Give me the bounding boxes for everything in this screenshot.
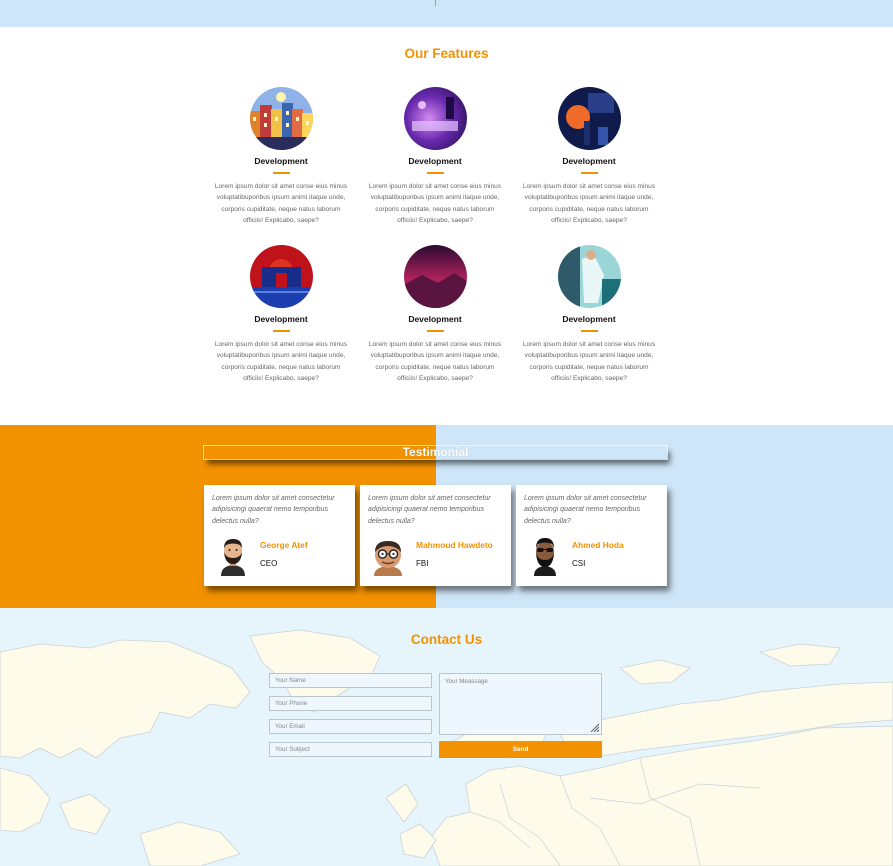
feature-text: Lorem ipsum dolor sit amet conse eius mi…	[368, 341, 502, 383]
send-button[interactable]: Send	[439, 741, 602, 758]
features-title: Our Features	[404, 46, 489, 61]
email-placeholder: Your Email	[275, 723, 305, 730]
testimonial-heading: Testimonial	[204, 445, 667, 459]
feature-card: Development Lorem ipsum dolor sit amet c…	[519, 87, 659, 227]
feature-title: Development	[562, 156, 616, 166]
contact-section: Contact Us Your Name Your Phone Your Ema…	[0, 608, 893, 866]
top-band	[0, 0, 893, 27]
feature-title: Development	[408, 156, 462, 166]
subject-placeholder: Your Subject	[275, 746, 310, 753]
feature-divider	[426, 330, 444, 332]
feature-title: Development	[562, 314, 616, 324]
email-field[interactable]: Your Email	[269, 719, 432, 734]
feature-card: Development Lorem ipsum dolor sit amet c…	[211, 87, 351, 227]
testimonial-section: Testimonial Lorem ipsum dolor sit amet c…	[0, 425, 893, 608]
name-placeholder: Your Name	[275, 677, 306, 684]
feature-text: Lorem ipsum dolor sit amet conse eius mi…	[368, 183, 502, 225]
features-section: Our Features Development Lorem ipsum dol…	[0, 27, 893, 425]
feature-card: Development Lorem ipsum dolor sit amet c…	[365, 245, 505, 385]
name-field[interactable]: Your Name	[269, 673, 432, 688]
feature-divider	[580, 172, 598, 174]
feature-divider	[426, 172, 444, 174]
testimonial-role: CEO	[260, 559, 278, 568]
feature-divider	[272, 330, 290, 332]
subject-field[interactable]: Your Subject	[269, 742, 432, 757]
testimonial-card: Lorem ipsum dolor sit amet consectetur a…	[360, 485, 511, 586]
red-gateway-illustration	[249, 245, 313, 308]
night-figure-illustration	[557, 87, 621, 150]
testimonial-quote: Lorem ipsum dolor sit amet consectetur a…	[524, 495, 647, 525]
feature-card: Development Lorem ipsum dolor sit amet c…	[519, 245, 659, 385]
testimonial-card: Lorem ipsum dolor sit amet consectetur a…	[516, 485, 667, 586]
testimonial-title: Testimonial	[402, 445, 469, 459]
feature-title: Development	[408, 314, 462, 324]
testimonial-name: Mahmoud Hawdeto	[416, 540, 493, 550]
feature-text: Lorem ipsum dolor sit amet conse eius mi…	[522, 341, 656, 383]
pink-landscape-illustration	[403, 245, 467, 308]
feature-title: Development	[254, 314, 308, 324]
sunglasses-man-avatar	[530, 536, 560, 576]
feature-text: Lorem ipsum dolor sit amet conse eius mi…	[522, 183, 656, 225]
feature-title: Development	[254, 156, 308, 166]
testimonial-name: George Atef	[260, 540, 308, 550]
testimonial-role: CSI	[572, 559, 586, 568]
purple-room-illustration	[403, 87, 467, 150]
bearded-man-avatar	[218, 536, 248, 576]
phone-placeholder: Your Phone	[275, 700, 308, 707]
message-placeholder: Your Meassage	[445, 678, 488, 685]
testimonial-card: Lorem ipsum dolor sit amet consectetur a…	[204, 485, 355, 586]
feature-text: Lorem ipsum dolor sit amet conse eius mi…	[214, 183, 348, 225]
city-illustration	[249, 87, 313, 150]
feature-card: Development Lorem ipsum dolor sit amet c…	[211, 245, 351, 385]
resize-grip-icon[interactable]	[590, 723, 599, 732]
glasses-man-avatar	[370, 536, 406, 576]
teal-figure-illustration	[557, 245, 621, 308]
testimonial-name: Ahmed Hoda	[572, 540, 624, 550]
testimonial-quote: Lorem ipsum dolor sit amet consectetur a…	[368, 495, 491, 525]
testimonial-role: FBI	[416, 559, 429, 568]
feature-text: Lorem ipsum dolor sit amet conse eius mi…	[214, 341, 348, 383]
top-divider-tick	[435, 0, 436, 6]
message-textarea[interactable]: Your Meassage	[439, 673, 602, 735]
phone-field[interactable]: Your Phone	[269, 696, 432, 711]
contact-title: Contact Us	[410, 632, 483, 647]
feature-divider	[272, 172, 290, 174]
feature-divider	[580, 330, 598, 332]
testimonial-quote: Lorem ipsum dolor sit amet consectetur a…	[212, 495, 335, 525]
feature-card: Development Lorem ipsum dolor sit amet c…	[365, 87, 505, 227]
